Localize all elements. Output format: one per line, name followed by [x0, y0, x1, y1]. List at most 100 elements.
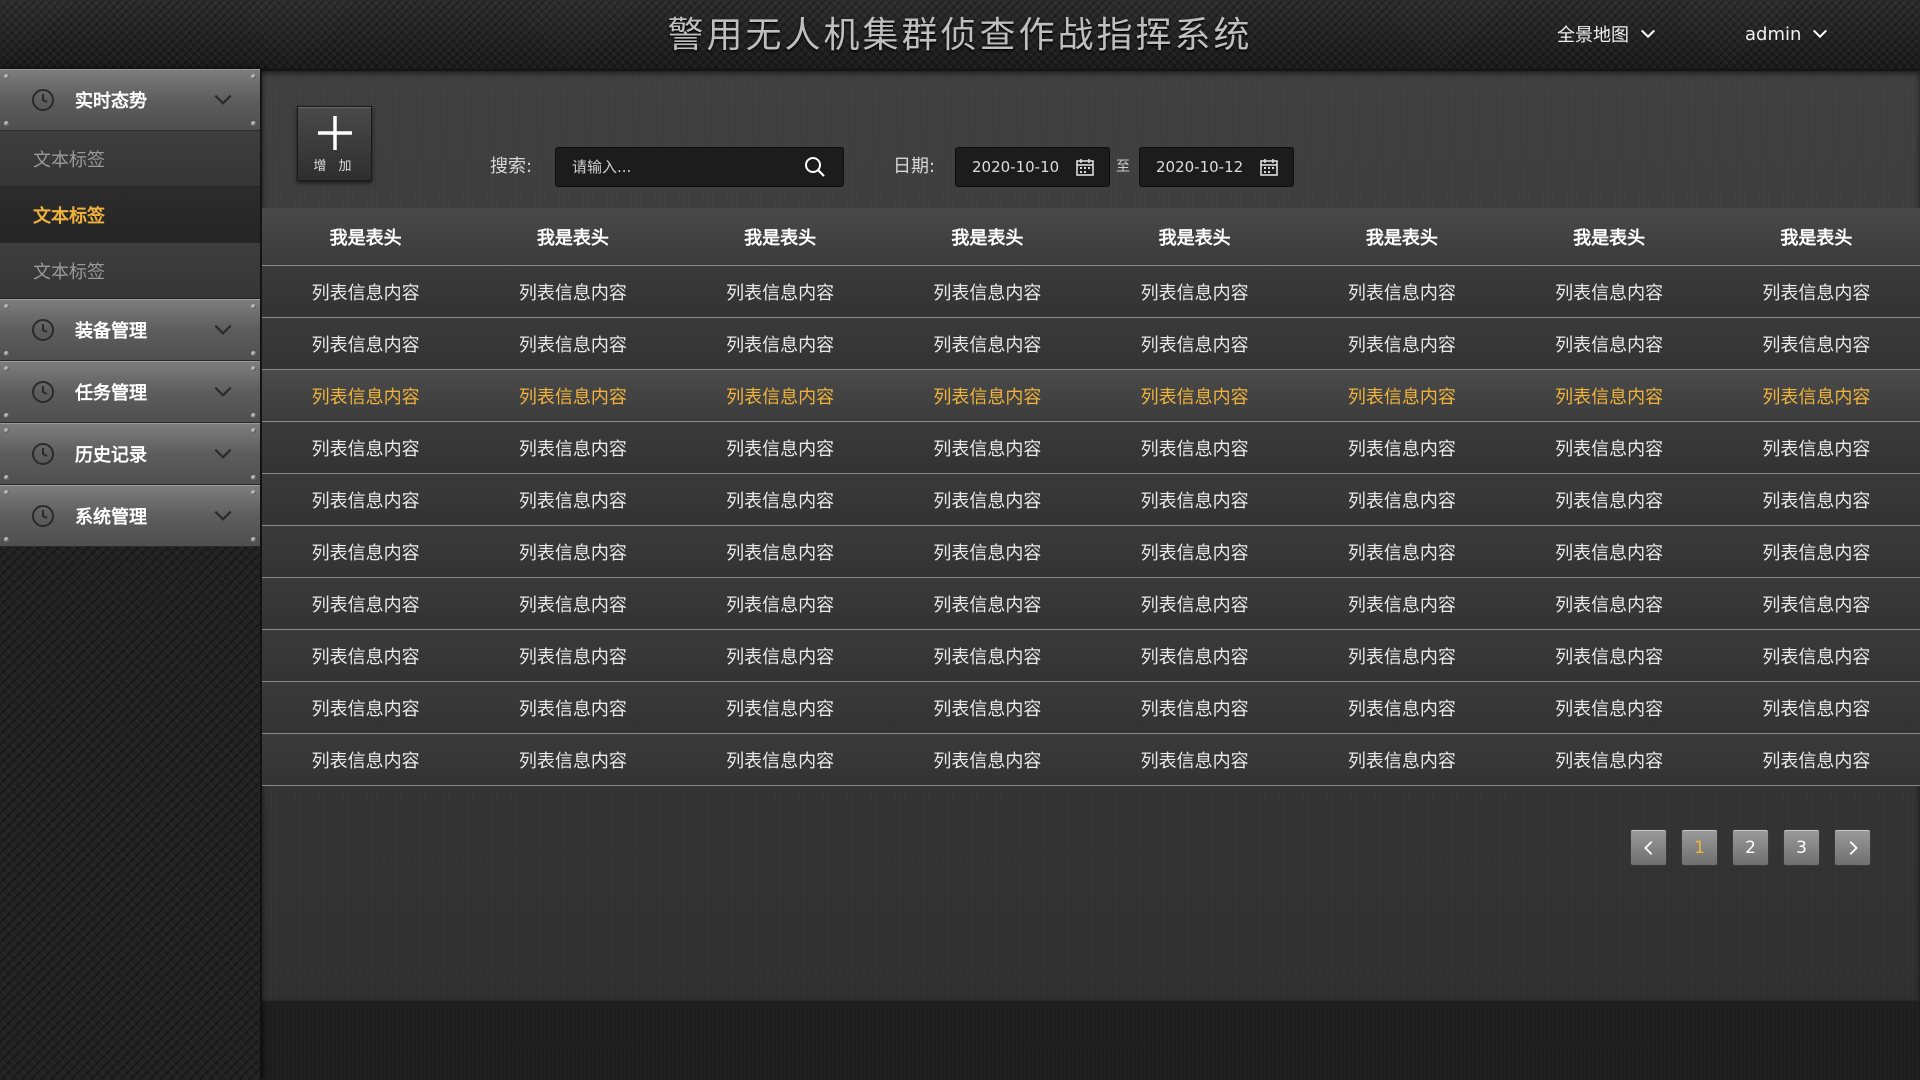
- table-cell: 列表信息内容: [726, 282, 835, 304]
- submenu-item[interactable]: 文本标签: [0, 131, 260, 187]
- table-cell: 列表信息内容: [1140, 386, 1249, 408]
- table-cell: 列表信息内容: [1140, 542, 1249, 564]
- table-cell: 列表信息内容: [1555, 594, 1664, 616]
- table-cell: 列表信息内容: [518, 750, 627, 772]
- rivet-decoration: [4, 490, 9, 495]
- menu-label: 装备管理: [75, 321, 147, 342]
- table-cell: 列表信息内容: [726, 698, 835, 720]
- table-cell: 列表信息内容: [726, 334, 835, 356]
- table-cell: 列表信息内容: [518, 698, 627, 720]
- table-cell: 列表信息内容: [1347, 750, 1456, 772]
- table-cell: 列表信息内容: [1555, 646, 1664, 668]
- menu-realtime-situation[interactable]: 实时态势: [0, 69, 260, 131]
- search-input[interactable]: [556, 157, 803, 177]
- table-row-selected[interactable]: 列表信息内容 列表信息内容 列表信息内容 列表信息内容 列表信息内容 列表信息内容 列表信息…: [262, 370, 1920, 422]
- page-button-1[interactable]: 1: [1681, 829, 1718, 866]
- menu-system-management[interactable]: 系统管理: [0, 485, 260, 547]
- table-cell: 列表信息内容: [1762, 490, 1871, 512]
- rivet-decoration: [251, 74, 256, 79]
- table-cell: 列表信息内容: [726, 386, 835, 408]
- chevron-down-icon: [214, 94, 232, 105]
- table-row[interactable]: 列表信息内容 列表信息内容 列表信息内容 列表信息内容 列表信息内容 列表信息内容 列表信息…: [262, 578, 1920, 630]
- table-header: 我是表头 我是表头 我是表头 我是表头 我是表头 我是表头 我是表头 我是表头: [262, 208, 1920, 266]
- table-row[interactable]: 列表信息内容 列表信息内容 列表信息内容 列表信息内容 列表信息内容 列表信息内容 列表信息…: [262, 682, 1920, 734]
- app-header: 警用无人机集群侦查作战指挥系统 全景地图 admin: [0, 0, 1920, 70]
- table-cell: 列表信息内容: [1555, 438, 1664, 460]
- table-cell: 列表信息内容: [1140, 594, 1249, 616]
- clock-icon: [32, 319, 54, 341]
- prev-page-button[interactable]: [1630, 829, 1667, 866]
- table-cell: 列表信息内容: [1555, 542, 1664, 564]
- page-button-2[interactable]: 2: [1732, 829, 1769, 866]
- date-label: 日期:: [893, 156, 936, 177]
- table-row[interactable]: 列表信息内容 列表信息内容 列表信息内容 列表信息内容 列表信息内容 列表信息内容 列表信息…: [262, 630, 1920, 682]
- table-cell: 列表信息内容: [311, 334, 420, 356]
- menu-task-management[interactable]: 任务管理: [0, 361, 260, 423]
- date-from-picker[interactable]: 2020-10-10: [955, 147, 1110, 187]
- table-cell: 列表信息内容: [1762, 282, 1871, 304]
- chevron-down-icon: [214, 510, 232, 521]
- table-header-cell: 我是表头: [1573, 227, 1646, 249]
- date-range-separator: 至: [1116, 159, 1130, 175]
- calendar-icon: [1076, 159, 1094, 176]
- table-cell: 列表信息内容: [1762, 334, 1871, 356]
- table-cell: 列表信息内容: [518, 542, 627, 564]
- rivet-decoration: [4, 366, 9, 371]
- rivet-decoration: [251, 121, 256, 126]
- table-cell: 列表信息内容: [1762, 646, 1871, 668]
- table-cell: 列表信息内容: [1555, 282, 1664, 304]
- table-row[interactable]: 列表信息内容 列表信息内容 列表信息内容 列表信息内容 列表信息内容 列表信息内容 列表信息…: [262, 474, 1920, 526]
- table-cell: 列表信息内容: [726, 438, 835, 460]
- search-icon[interactable]: [803, 155, 827, 179]
- date-to-value: 2020-10-12: [1156, 158, 1244, 176]
- table-cell: 列表信息内容: [311, 490, 420, 512]
- next-page-button[interactable]: [1834, 829, 1871, 866]
- rivet-decoration: [251, 428, 256, 433]
- sidebar: 实时态势 文本标签 文本标签 文本标签 装备管理 任务管理 历史记录 系统管理: [0, 69, 261, 1080]
- table-cell: 列表信息内容: [1347, 438, 1456, 460]
- plus-icon: [317, 116, 352, 150]
- rivet-decoration: [251, 490, 256, 495]
- rivet-decoration: [251, 537, 256, 542]
- table-cell: 列表信息内容: [1347, 646, 1456, 668]
- table-cell: 列表信息内容: [726, 594, 835, 616]
- date-from-value: 2020-10-10: [972, 158, 1060, 176]
- menu-equipment-management[interactable]: 装备管理: [0, 299, 260, 361]
- user-dropdown[interactable]: admin: [1745, 20, 1829, 48]
- main-panel: 增 加 搜索: 日期: 2020-10-10 至 2020-10-12 我是表头…: [262, 71, 1920, 1001]
- table-cell: 列表信息内容: [518, 438, 627, 460]
- table-cell: 列表信息内容: [1762, 698, 1871, 720]
- table-cell: 列表信息内容: [1140, 282, 1249, 304]
- menu-history[interactable]: 历史记录: [0, 423, 260, 485]
- data-table: 我是表头 我是表头 我是表头 我是表头 我是表头 我是表头 我是表头 我是表头 列表信息内容列…: [262, 208, 1920, 786]
- submenu-item-active[interactable]: 文本标签: [0, 187, 260, 243]
- table-row[interactable]: 列表信息内容 列表信息内容 列表信息内容 列表信息内容 列表信息内容 列表信息内容 列表信息…: [262, 526, 1920, 578]
- rivet-decoration: [4, 537, 9, 542]
- table-cell: 列表信息内容: [311, 750, 420, 772]
- table-row[interactable]: 列表信息内容 列表信息内容 列表信息内容 列表信息内容 列表信息内容 列表信息内容 列表信息…: [262, 266, 1920, 318]
- table-header-cell: 我是表头: [744, 227, 817, 249]
- search-label: 搜索:: [490, 156, 533, 177]
- table-cell: 列表信息内容: [1140, 646, 1249, 668]
- submenu-item[interactable]: 文本标签: [0, 243, 260, 299]
- table-cell: 列表信息内容: [1762, 386, 1871, 408]
- chevron-right-icon: [1849, 840, 1858, 855]
- table-cell: 列表信息内容: [311, 542, 420, 564]
- table-row[interactable]: 列表信息内容 列表信息内容 列表信息内容 列表信息内容 列表信息内容 列表信息内容 列表信息…: [262, 422, 1920, 474]
- table-row[interactable]: 列表信息内容 列表信息内容 列表信息内容 列表信息内容 列表信息内容 列表信息内容 列表信息…: [262, 318, 1920, 370]
- table-cell: 列表信息内容: [1140, 490, 1249, 512]
- table-header-cell: 我是表头: [329, 227, 402, 249]
- table-cell: 列表信息内容: [1140, 750, 1249, 772]
- map-view-dropdown[interactable]: 全景地图: [1557, 20, 1657, 48]
- user-name-label: admin: [1745, 23, 1802, 45]
- table-row[interactable]: 列表信息内容 列表信息内容 列表信息内容 列表信息内容 列表信息内容 列表信息内容 列表信息…: [262, 734, 1920, 786]
- table-cell: 列表信息内容: [933, 438, 1042, 460]
- table-cell: 列表信息内容: [933, 282, 1042, 304]
- date-to-picker[interactable]: 2020-10-12: [1139, 147, 1294, 187]
- table-cell: 列表信息内容: [311, 646, 420, 668]
- table-cell: 列表信息内容: [518, 334, 627, 356]
- pagination: 123: [1630, 829, 1871, 866]
- add-button[interactable]: 增 加: [297, 106, 372, 181]
- menu-label: 历史记录: [75, 445, 147, 466]
- page-button-3[interactable]: 3: [1783, 829, 1820, 866]
